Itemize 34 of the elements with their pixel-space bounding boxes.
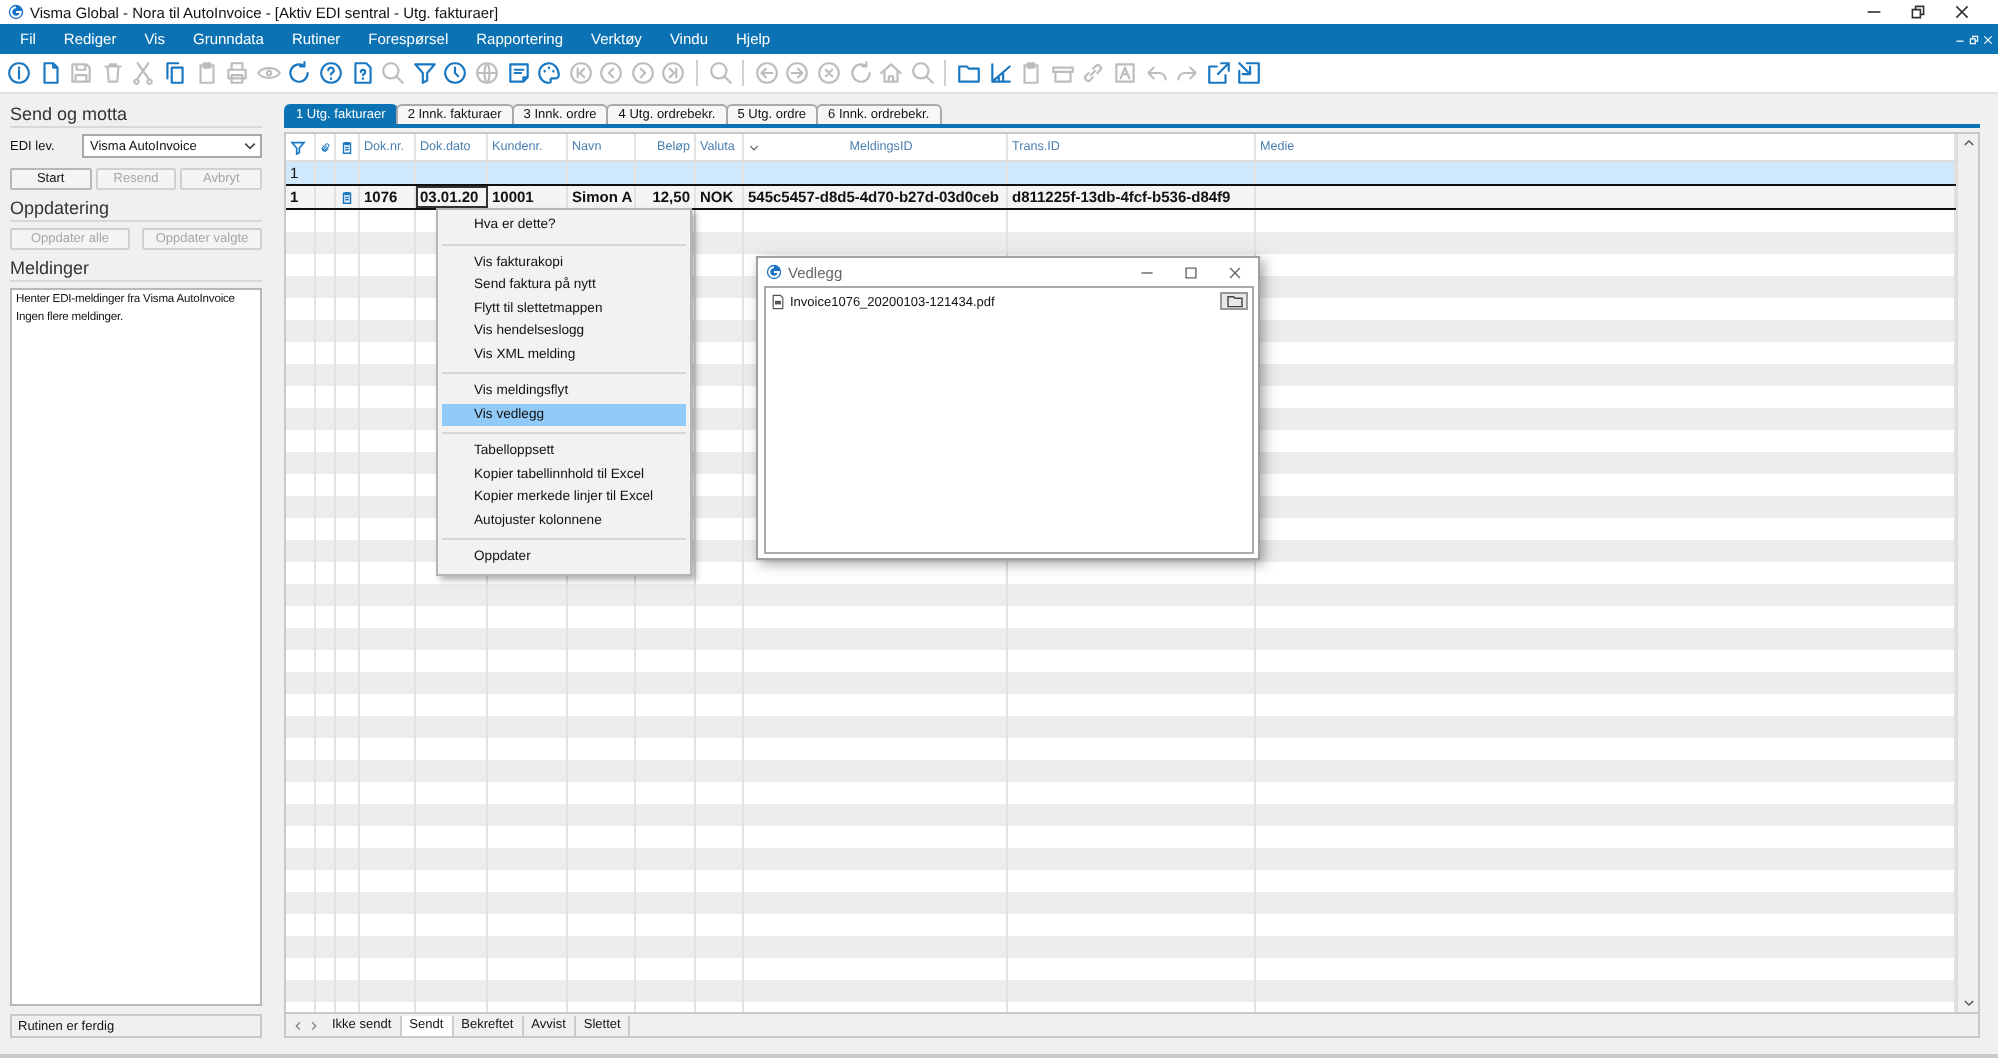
section-title: Oppdatering bbox=[10, 198, 262, 222]
section-title: Meldinger bbox=[10, 258, 262, 282]
info-icon[interactable] bbox=[6, 60, 32, 86]
folder-icon[interactable] bbox=[956, 60, 982, 86]
filter-icon[interactable] bbox=[290, 139, 306, 155]
copy-icon[interactable] bbox=[161, 60, 188, 86]
import-icon[interactable] bbox=[1236, 60, 1263, 86]
app-logo-icon bbox=[766, 264, 782, 280]
filter-icon[interactable] bbox=[411, 60, 438, 86]
file-icon bbox=[772, 294, 784, 310]
palette-icon[interactable] bbox=[536, 60, 563, 86]
open-folder-button[interactable] bbox=[1220, 292, 1248, 310]
document-help-icon[interactable] bbox=[349, 60, 376, 86]
document-icon[interactable] bbox=[340, 139, 354, 155]
maximize-icon[interactable] bbox=[1184, 265, 1198, 279]
sort-icon[interactable] bbox=[748, 141, 760, 153]
clock-icon[interactable] bbox=[442, 60, 469, 86]
export-icon[interactable] bbox=[1205, 60, 1232, 86]
scrollbar[interactable] bbox=[1956, 134, 1978, 1012]
refresh-icon[interactable] bbox=[286, 60, 313, 86]
tab-scroll-right-icon[interactable] bbox=[308, 1019, 320, 1031]
scroll-down-icon[interactable] bbox=[1961, 996, 1975, 1010]
section-title: Send og motta bbox=[10, 104, 262, 128]
restore-icon[interactable] bbox=[1910, 4, 1926, 20]
chart-icon[interactable] bbox=[987, 60, 1014, 86]
note-icon[interactable] bbox=[505, 60, 531, 86]
new-document-icon[interactable] bbox=[37, 60, 64, 86]
scroll-up-icon[interactable] bbox=[1961, 136, 1975, 150]
caret-icon[interactable] bbox=[242, 138, 258, 154]
close-icon[interactable] bbox=[1954, 4, 1970, 20]
tab-scroll-left-icon[interactable] bbox=[292, 1019, 304, 1031]
help-icon[interactable] bbox=[317, 60, 344, 86]
close-icon[interactable] bbox=[1228, 265, 1242, 279]
paperclip-icon[interactable] bbox=[320, 139, 330, 155]
